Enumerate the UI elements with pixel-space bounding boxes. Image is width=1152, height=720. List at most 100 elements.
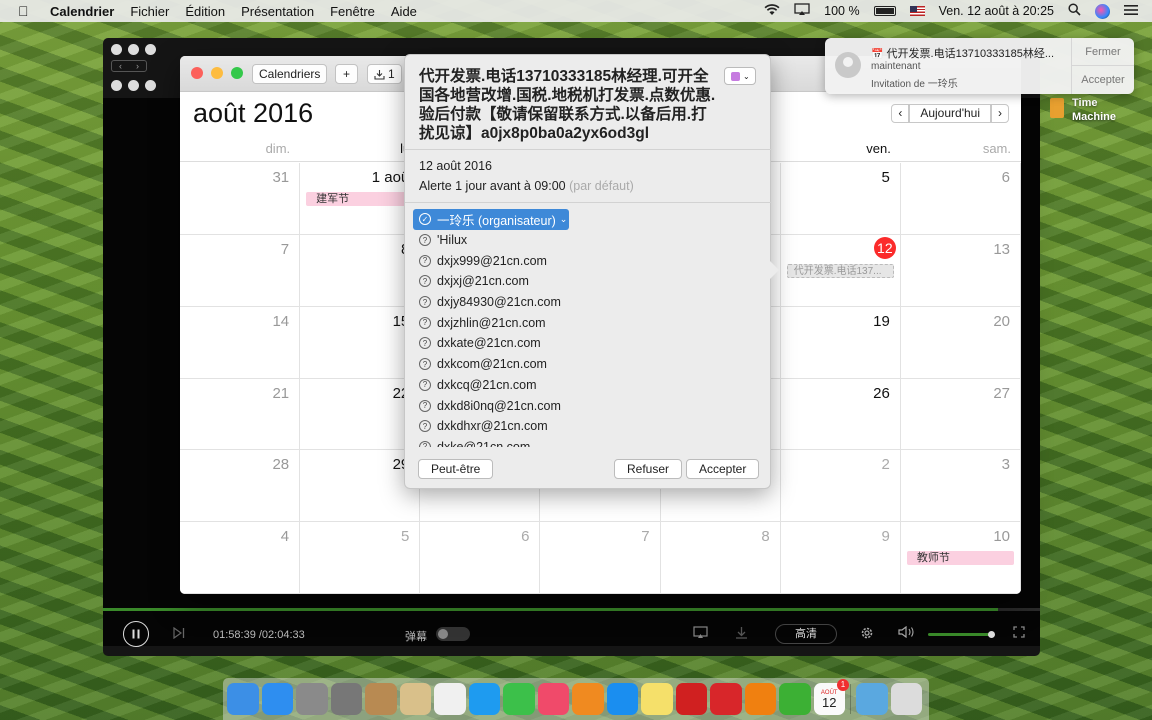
day-cell[interactable]: 9	[780, 522, 901, 594]
ibooks-icon[interactable]	[572, 683, 604, 715]
inbox-button[interactable]: 1	[367, 64, 402, 84]
next-month-button[interactable]: ›	[991, 104, 1009, 123]
close-window-button[interactable]	[191, 67, 203, 79]
attendee-item[interactable]: ? dxjx999@21cn.com	[413, 250, 765, 271]
day-cell[interactable]: 13	[900, 234, 1021, 307]
attendee-item[interactable]: ? dxkate@21cn.com	[413, 333, 765, 354]
iqiyi-icon[interactable]	[779, 683, 811, 715]
siri-icon[interactable]	[1095, 3, 1110, 19]
attendee-item[interactable]: ? 'Hilux	[413, 230, 765, 251]
menu-fenetre[interactable]: Fenêtre	[330, 4, 375, 19]
vlc-icon[interactable]	[744, 683, 776, 715]
accept-button[interactable]: Accepter	[686, 459, 760, 479]
event-title[interactable]: 代开发票.电话13710333185林经理.可开全国各地营改增.国税.地税机打发…	[419, 67, 719, 143]
day-cell[interactable]: 12 代开发票.电话137...	[780, 234, 901, 307]
day-cell[interactable]: 10 教师节	[900, 522, 1021, 594]
player-secondary-controls[interactable]	[111, 80, 156, 91]
menu-edition[interactable]: Édition	[185, 4, 225, 19]
day-cell[interactable]: 7	[540, 522, 661, 594]
acrobat-icon[interactable]	[675, 683, 707, 715]
attendee-item[interactable]: ? dxke@21cn.com	[413, 437, 765, 447]
facetime-icon[interactable]	[503, 683, 535, 715]
calendar-icon[interactable]: AOÛT 12 1	[813, 679, 849, 715]
time-machine-label[interactable]: Time Machine	[1072, 96, 1116, 124]
zoom-window-button[interactable]	[231, 67, 243, 79]
attendee-list[interactable]: ✓ 一玲乐 (organisateur) ⌄ ? 'Hilux? dxjx999@2…	[413, 209, 765, 447]
today-button[interactable]: Aujourd'hui	[909, 104, 991, 123]
downloads-icon[interactable]	[856, 683, 888, 715]
player-window-controls[interactable]	[111, 44, 156, 55]
settings-gear-icon[interactable]	[860, 626, 874, 643]
apple-menu-icon[interactable]: 	[18, 3, 34, 19]
maybe-button[interactable]: Peut-être	[418, 459, 494, 479]
notes-icon[interactable]	[641, 683, 673, 715]
day-cell[interactable]: 19	[780, 306, 901, 379]
attendee-item[interactable]: ? dxkdhxr@21cn.com	[413, 416, 765, 437]
day-cell[interactable]: 20	[900, 306, 1021, 379]
day-cell[interactable]: 4	[180, 522, 301, 594]
volume-icon[interactable]	[898, 625, 916, 641]
attendee-item[interactable]: ? dxjy84930@21cn.com	[413, 292, 765, 313]
video-progress-bar[interactable]	[103, 608, 1040, 611]
day-cell[interactable]: 5	[780, 163, 901, 235]
day-cell[interactable]: 7	[180, 234, 301, 307]
day-cell[interactable]: 1 aoû 建军节	[300, 163, 421, 235]
event-jiaoshijie[interactable]: 教师节	[906, 551, 1014, 566]
day-cell[interactable]: 21	[180, 378, 301, 451]
day-cell[interactable]: 5	[300, 522, 421, 594]
quality-selector[interactable]: 高清	[775, 624, 837, 644]
menu-presentation[interactable]: Présentation	[241, 4, 314, 19]
day-cell[interactable]: 8	[660, 522, 781, 594]
day-cell[interactable]: 6	[420, 522, 541, 594]
photos-icon[interactable]	[434, 683, 466, 715]
volume-slider[interactable]	[928, 631, 995, 638]
notification-accept-button[interactable]: Accepter	[1072, 66, 1134, 94]
app-store-icon[interactable]	[606, 683, 638, 715]
menu-fichier[interactable]: Fichier	[130, 4, 169, 19]
notification-center-icon[interactable]	[1124, 4, 1138, 19]
day-cell[interactable]: 22	[300, 378, 421, 451]
day-cell[interactable]: 29	[300, 450, 421, 523]
wifi-icon[interactable]	[764, 3, 780, 19]
day-cell[interactable]: 27	[900, 378, 1021, 451]
spotlight-search-icon[interactable]	[1068, 3, 1081, 19]
attendee-item[interactable]: ? dxkd8i0nq@21cn.com	[413, 395, 765, 416]
day-cell[interactable]: 8	[300, 234, 421, 307]
messages-qq-icon[interactable]	[468, 683, 500, 715]
attendee-item[interactable]: ? dxkcq@21cn.com	[413, 375, 765, 396]
calendars-button[interactable]: Calendriers	[252, 64, 328, 84]
day-cell[interactable]: 3	[900, 450, 1021, 523]
attendee-item[interactable]: ? dxkcom@21cn.com	[413, 354, 765, 375]
menu-app-name[interactable]: Calendrier	[50, 4, 114, 19]
danmu-toggle[interactable]	[436, 627, 470, 641]
day-cell[interactable]: 14	[180, 306, 301, 379]
day-cell[interactable]: 26	[780, 378, 901, 451]
add-event-button[interactable]: +	[335, 64, 358, 84]
day-cell[interactable]: 31	[180, 163, 301, 235]
day-cell[interactable]: 28	[180, 450, 301, 523]
minimize-window-button[interactable]	[211, 67, 223, 79]
pending-invitation-event[interactable]: 代开发票.电话137...	[786, 263, 894, 278]
trash-icon[interactable]	[890, 683, 922, 715]
calendar-color-picker[interactable]: ⌄	[724, 67, 756, 85]
launchpad-icon[interactable]	[296, 683, 328, 715]
pause-button[interactable]	[123, 621, 149, 647]
day-cell[interactable]: 15	[300, 306, 421, 379]
menu-aide[interactable]: Aide	[391, 4, 417, 19]
system-preferences-icon[interactable]	[330, 683, 362, 715]
finder-icon[interactable]	[227, 683, 259, 715]
day-cell[interactable]: 6	[900, 163, 1021, 235]
safari-icon[interactable]	[261, 683, 293, 715]
day-cell[interactable]: 2	[780, 450, 901, 523]
airplay-icon[interactable]	[794, 3, 810, 19]
event-alert[interactable]: Alerte 1 jour avant à 09:00 (par défaut)	[419, 179, 634, 193]
contacts-icon[interactable]	[365, 683, 397, 715]
previous-month-button[interactable]: ‹	[891, 104, 910, 123]
fullscreen-icon[interactable]	[1013, 626, 1025, 641]
input-source-flag-icon[interactable]	[909, 6, 925, 16]
invitation-notification[interactable]: 📅 代开发票.电话13710333185林经... maintenant Inv…	[825, 38, 1134, 94]
notification-close-button[interactable]: Fermer	[1072, 38, 1134, 66]
attendee-item[interactable]: ? dxjxj@21cn.com	[413, 271, 765, 292]
netease-music-icon[interactable]	[710, 683, 742, 715]
decline-button[interactable]: Refuser	[614, 459, 683, 479]
